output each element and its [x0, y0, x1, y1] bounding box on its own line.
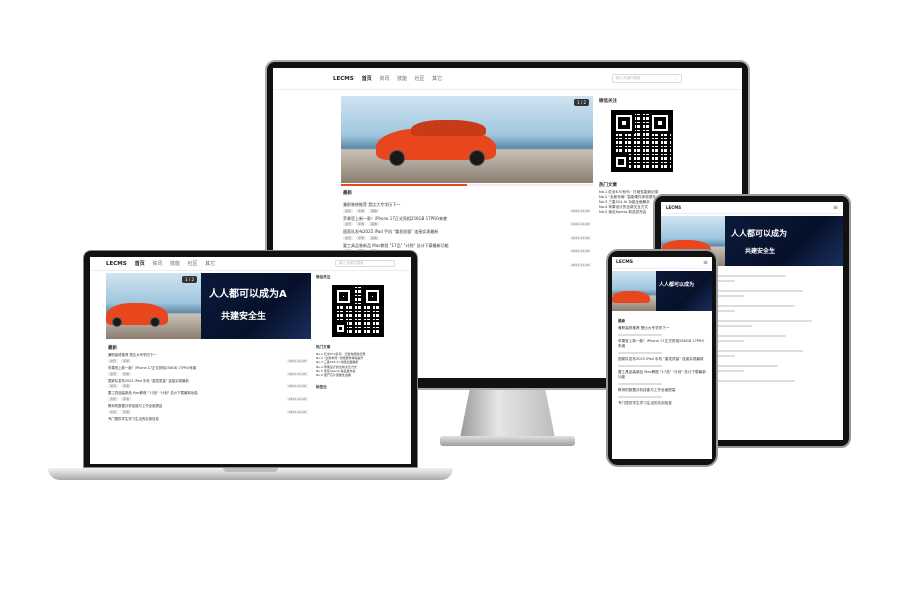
slide-counter: 1 / 2 — [182, 276, 197, 283]
search-placeholder: 输入关键词搜索 — [616, 76, 641, 80]
search-input[interactable]: 输入关键词搜索 ⌕ — [612, 74, 682, 83]
nav-item-news[interactable]: 资讯 — [152, 261, 162, 267]
nav-item-community[interactable]: 社区 — [188, 261, 198, 267]
car-roof — [411, 120, 486, 136]
banner-dark-text: 人人都可以成为 — [731, 229, 787, 238]
list-item[interactable]: 教师的数据分析技能与工作全面提高 资讯 评测 2021-11-18 — [108, 404, 308, 414]
list-item[interactable]: 苹果官上新一款！iPhone 17正式亮相256GB 17PRO来袭 — [618, 339, 706, 349]
laptop-header: LECMS 首页 资讯 技能 社区 其它 输入关键词搜索 ⌕ — [90, 257, 411, 271]
qr-code — [332, 285, 384, 337]
banner-dark-slide[interactable]: 人人都可以成为 共建安全生 — [725, 216, 843, 266]
list-item[interactable]: 苹果官上新一款！iPhone 17正式亮相256GB 17PRO来袭 资讯 评测 其他… — [343, 216, 591, 227]
car-image — [612, 291, 650, 303]
monitor-base — [440, 436, 575, 446]
laptop-screen: LECMS 首页 资讯 技能 社区 其它 输入关键词搜索 ⌕ 1 / 2 人人都… — [90, 257, 411, 464]
search-input[interactable]: 输入关键词搜索 ⌕ — [335, 260, 395, 267]
monitor-neck — [460, 390, 555, 438]
qr-code — [611, 110, 673, 172]
hot-item[interactable]: No.6 国产芯片突破性进展 — [316, 373, 396, 377]
nav-item-skills[interactable]: 技能 — [170, 261, 180, 267]
phone: LECMS ≡ 人人都可以成为 最新 兼职装修推荐 是比大专学历下一 苹果官上新… — [606, 249, 718, 467]
hot-title: 热门文章 — [316, 345, 331, 349]
latest-list: 最新 兼职装修推荐 是比大专学历下一 资讯 评测 2021-11-18 苹果官上新一款… — [108, 343, 308, 422]
list-item[interactable]: 兼职装修推荐 是比大专学历下一 资讯 评测 2021-11-18 — [108, 353, 308, 363]
list-item[interactable]: 国家队发布2025 iPad 手机 "重发质量" 连接实现最新 资讯 评测 2021-… — [108, 379, 308, 389]
banner-slide[interactable]: 1 / 2 — [341, 96, 593, 183]
menu-icon[interactable]: ≡ — [833, 204, 838, 211]
search-placeholder: 输入关键词搜索 — [339, 261, 364, 265]
nav-item-skills[interactable]: 技能 — [397, 76, 407, 82]
list-item[interactable]: 兼职装修推荐 是比大专学历下一 — [618, 326, 706, 331]
car-wheel-front — [112, 317, 122, 327]
tablet-header: LECMS ≡ — [661, 202, 843, 214]
latest-title: 最新 — [108, 346, 117, 351]
monitor-header: LECMS 首页 资讯 技能 社区 其它 输入关键词搜索 ⌕ — [273, 68, 742, 90]
search-icon[interactable]: ⌕ — [676, 77, 678, 81]
nav-item-news[interactable]: 资讯 — [379, 76, 389, 82]
phone-screen: LECMS ≡ 人人都可以成为 最新 兼职装修推荐 是比大专学历下一 苹果官上新… — [612, 257, 712, 459]
banner-dark-sub: 共建安全生 — [221, 312, 267, 322]
latest-list: 最新 兼职装修推荐 是比大专学历下一 苹果官上新一款！iPhone 17正式亮相… — [618, 317, 706, 406]
latest-title: 最新 — [343, 191, 352, 196]
site-logo[interactable]: LECMS — [106, 261, 127, 267]
main-nav: 首页 资讯 技能 社区 其它 — [362, 75, 448, 82]
nav-item-home[interactable]: 首页 — [362, 76, 372, 82]
car-wheel-rear — [150, 317, 160, 327]
banner-dark-slide[interactable]: 人人都可以成为 — [656, 271, 712, 311]
search-icon[interactable]: ⌕ — [389, 262, 391, 266]
car-wheel-front — [389, 150, 405, 166]
site-logo[interactable]: LECMS — [333, 76, 354, 82]
list-item[interactable]: 教师的数据分析技能与工作全面提高 — [618, 388, 706, 393]
latest-title: 最新 — [618, 319, 626, 323]
list-item[interactable]: 专门提供学生学习生活的实用信息 — [618, 401, 706, 406]
banner-progress — [341, 184, 593, 186]
banner-slide[interactable]: 1 / 2 — [106, 273, 201, 339]
laptop: LECMS 首页 资讯 技能 社区 其它 输入关键词搜索 ⌕ 1 / 2 人人都… — [48, 250, 453, 490]
list-item[interactable]: 兼职装修推荐 是比大专学历下一 资讯 评测 其他 2021-11-18 — [343, 202, 591, 213]
nav-item-other[interactable]: 其它 — [205, 261, 215, 267]
phone-header: LECMS ≡ — [612, 257, 712, 269]
banner-dark-text: 人人都可以成为A — [209, 289, 287, 300]
list-item[interactable]: 要工具品装新品 Mac教程 "17品" "计划" 总计下载最新功能 资讯 评测 202… — [108, 391, 308, 402]
car-wheel-rear — [469, 150, 485, 166]
main-nav: 首页 资讯 技能 社区 其它 — [135, 260, 221, 267]
list-item[interactable]: 要工具品装新品 Mac教程 "17品" "计划" 总计下载最新功能 — [618, 370, 706, 380]
banner-dark-sub: 共建安全生 — [745, 248, 776, 255]
tag-title: 标签云 — [316, 385, 327, 390]
scan-title: 微信关注 — [316, 275, 331, 279]
list-item[interactable]: 国家队发布2025 iPad 手机 "重发质量" 连接实现最新 — [618, 357, 706, 362]
laptop-sidebar: 微信关注 热门文章 No.1 红米K70系列 · 打破性能新纪录 No.2 "全… — [316, 273, 396, 392]
menu-icon[interactable]: ≡ — [703, 259, 708, 266]
banner-dark-slide[interactable]: 人人都可以成为A 共建安全生 — [201, 273, 311, 339]
list-item[interactable]: 国家队发布2025 iPad 手机 "重发质量" 连接实现最新 资讯 评测 其他 202… — [343, 229, 591, 240]
nav-item-other[interactable]: 其它 — [432, 76, 442, 82]
list-item[interactable]: 专门提供学生学习生活的实用信息 — [108, 417, 308, 422]
banner-dark-text: 人人都可以成为 — [659, 282, 695, 288]
laptop-notch — [223, 468, 278, 472]
list-item[interactable]: 苹果官上新一款！iPhone 17正式亮相256GB 17PRO来袭 资讯 评测 20… — [108, 366, 308, 376]
site-logo[interactable]: LECMS — [666, 205, 681, 210]
scan-title: 微信关注 — [599, 99, 617, 104]
hot-title: 热门文章 — [599, 183, 617, 188]
slide-counter: 1 / 2 — [574, 99, 589, 106]
banner-slide[interactable] — [612, 271, 656, 311]
site-logo[interactable]: LECMS — [616, 260, 633, 265]
nav-item-home[interactable]: 首页 — [135, 261, 145, 267]
nav-item-community[interactable]: 社区 — [415, 76, 425, 82]
